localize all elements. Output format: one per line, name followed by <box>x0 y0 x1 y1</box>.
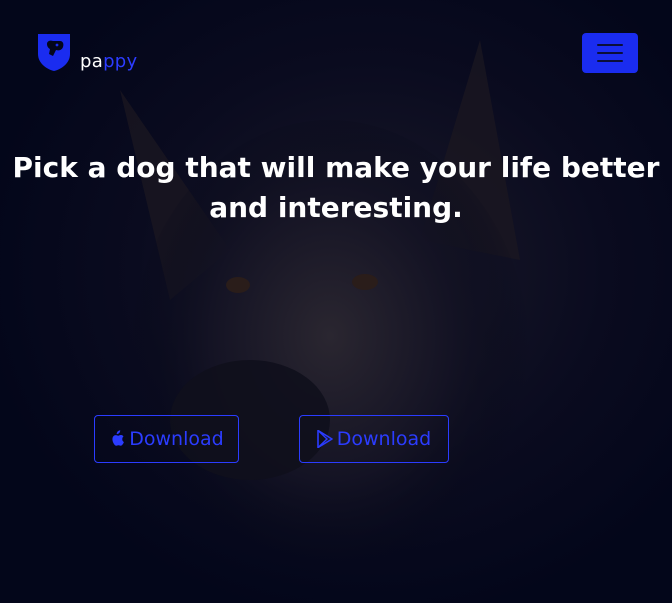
google-play-icon <box>316 430 333 448</box>
brand-name-part2: ppy <box>103 51 138 72</box>
app-store-download-label: Download <box>129 428 224 450</box>
menu-toggle-button[interactable] <box>582 33 638 73</box>
hamburger-icon <box>597 44 623 46</box>
google-play-download-button[interactable]: Download <box>299 415 449 463</box>
brand-name: pappy <box>80 53 137 71</box>
hamburger-icon-bar <box>597 52 623 54</box>
hamburger-icon-bar <box>597 60 623 62</box>
shield-dog-icon <box>38 34 70 71</box>
dog-background-image <box>120 40 530 600</box>
hero-headline: Pick a dog that will make your life bett… <box>12 151 660 224</box>
apple-icon <box>112 430 125 446</box>
brand-logo[interactable]: pappy <box>34 32 137 72</box>
brand-name-part1: pa <box>80 51 104 72</box>
google-play-download-label: Download <box>336 428 432 450</box>
landing-page: pappy Pick a dog that will make your lif… <box>0 0 672 603</box>
app-store-download-button[interactable]: Download <box>94 415 239 463</box>
